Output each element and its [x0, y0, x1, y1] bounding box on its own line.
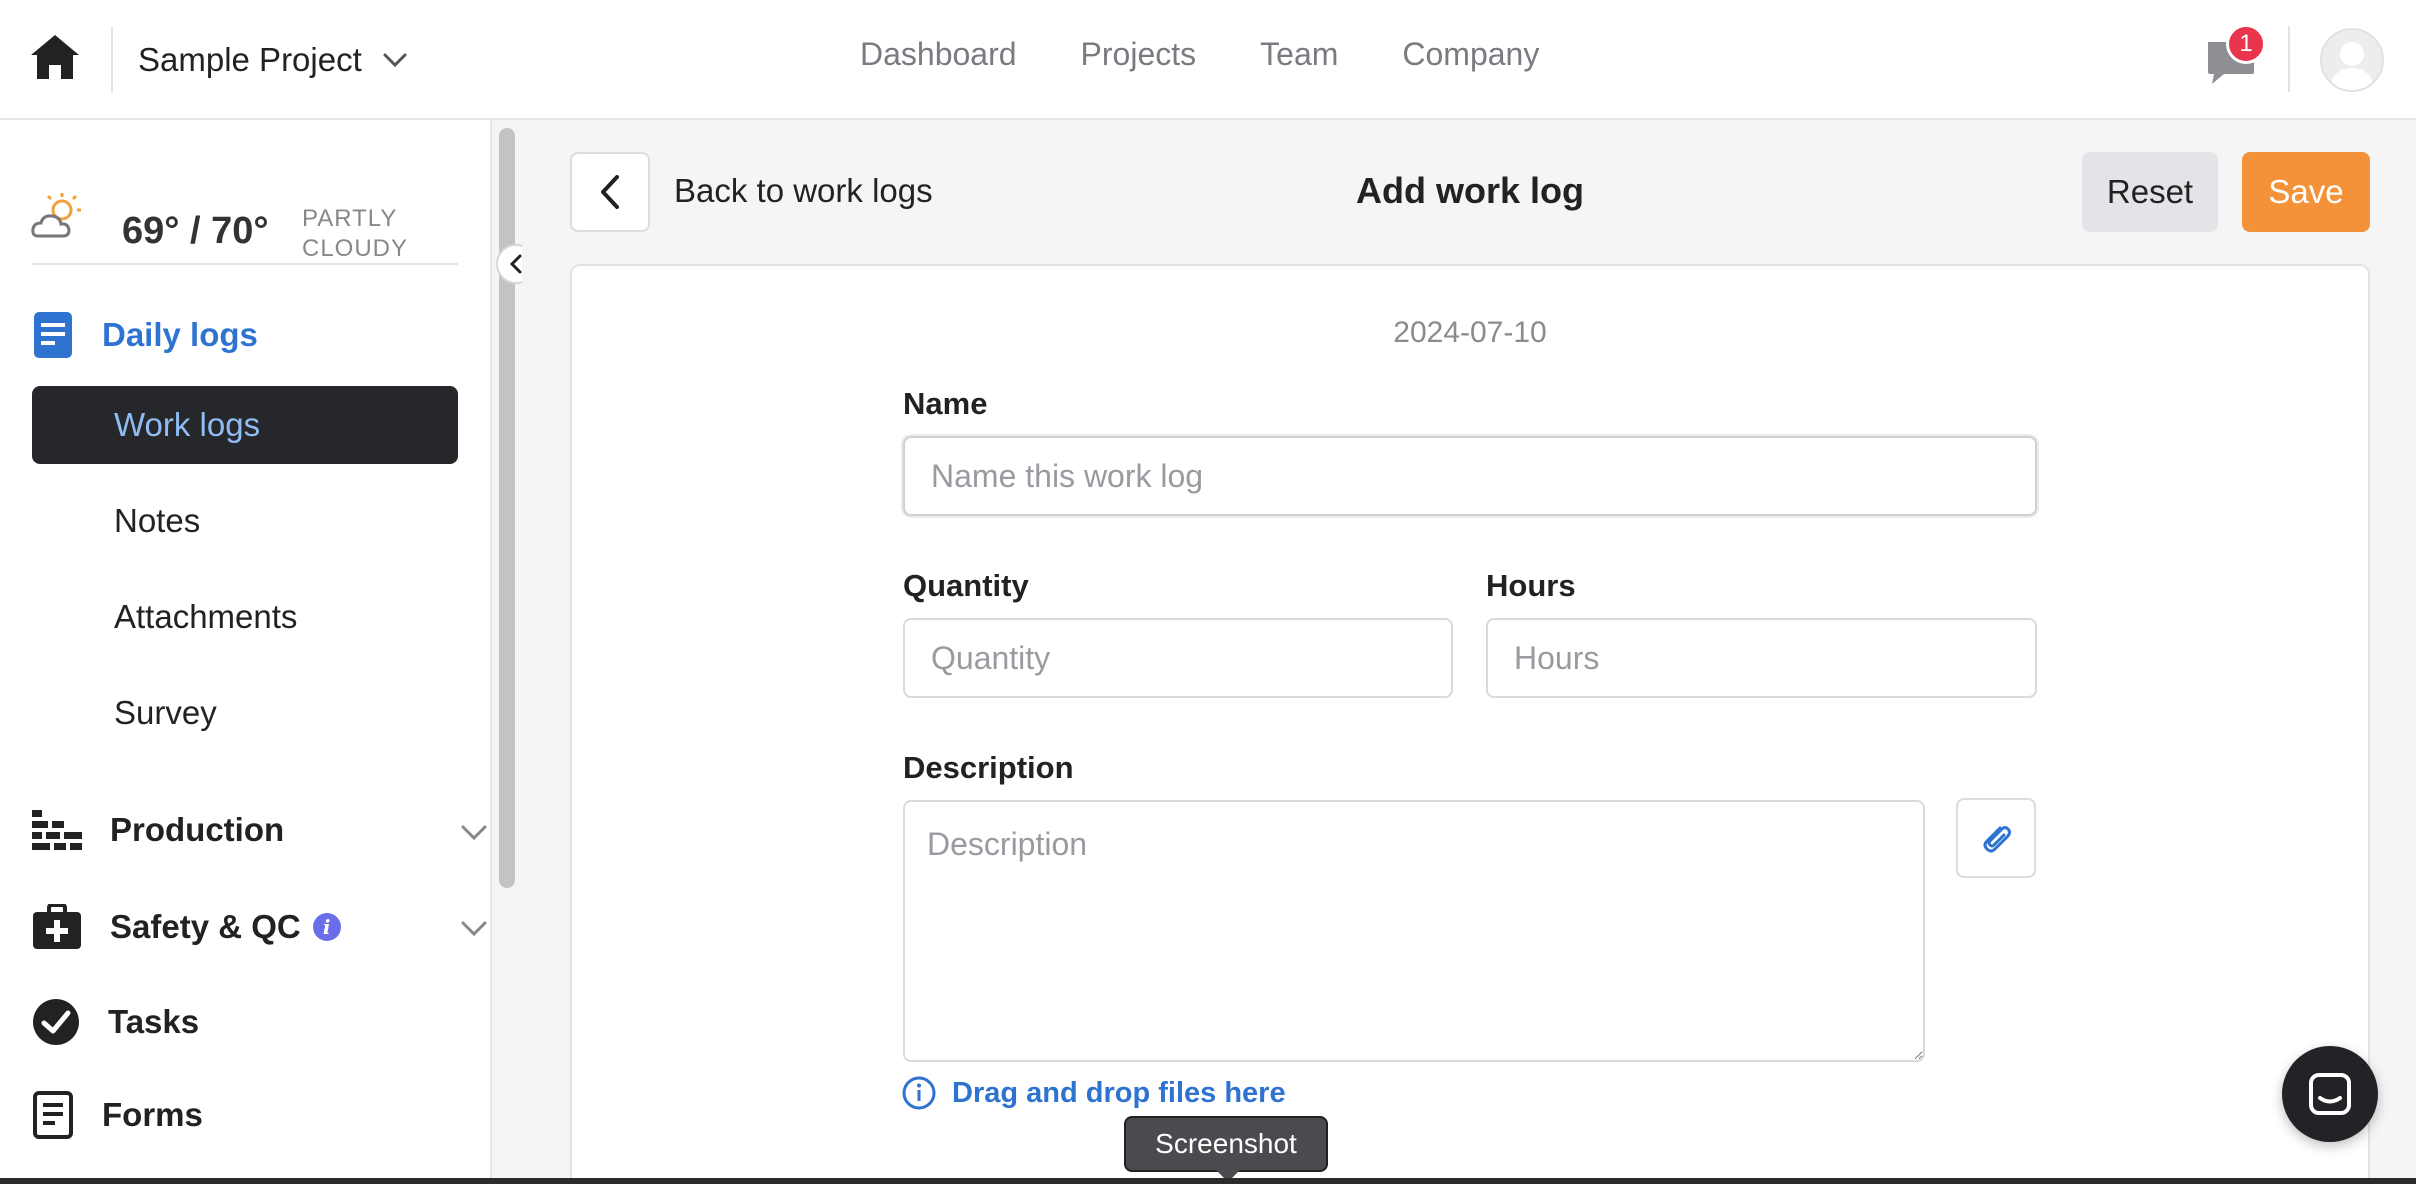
back-button[interactable]	[570, 152, 650, 232]
sidebar-item-attachments[interactable]: Attachments	[32, 578, 458, 656]
divider	[32, 263, 458, 265]
document-icon	[34, 312, 72, 358]
drag-drop-text: Drag and drop files here	[952, 1076, 1286, 1109]
sidebar: 69° / 70° PARTLY CLOUDY Daily logs Work …	[0, 120, 492, 1184]
divider	[2288, 26, 2290, 92]
reset-button[interactable]: Reset	[2082, 152, 2218, 232]
nav-company[interactable]: Company	[1402, 36, 1539, 73]
sidebar-item-notes[interactable]: Notes	[32, 482, 458, 560]
quantity-input[interactable]	[903, 618, 1453, 698]
nav-team[interactable]: Team	[1260, 36, 1338, 73]
sidebar-item-label: Safety & QC	[110, 908, 301, 945]
weather-condition: PARTLY CLOUDY	[302, 204, 408, 264]
drag-drop-hint[interactable]: Drag and drop files here	[902, 1076, 1286, 1110]
home-icon	[31, 35, 79, 79]
project-selector[interactable]: Sample Project	[138, 36, 408, 84]
info-icon[interactable]: i	[312, 913, 341, 941]
chevron-left-icon	[601, 175, 619, 209]
sidebar-item-work-logs[interactable]: Work logs	[32, 386, 458, 464]
name-label: Name	[903, 386, 988, 421]
sidebar-item-survey[interactable]: Survey	[32, 674, 458, 752]
condition-line: PARTLY	[302, 205, 398, 232]
sidebar-scrollbar-thumb[interactable]	[499, 128, 515, 888]
brick-wall-icon	[32, 810, 82, 850]
screenshot-tooltip: Screenshot	[1124, 1116, 1328, 1172]
sidebar-item-label: Daily logs	[102, 316, 258, 353]
description-label: Description	[903, 750, 1074, 785]
description-textarea[interactable]	[903, 800, 1925, 1062]
hours-label: Hours	[1486, 568, 1576, 603]
messages-button[interactable]: 1	[2200, 22, 2270, 92]
notification-badge: 1	[2226, 24, 2266, 64]
sidebar-item-forms[interactable]: Forms	[32, 1090, 203, 1140]
chevron-down-icon[interactable]	[460, 824, 488, 842]
sidebar-item-label: Tasks	[108, 1003, 200, 1040]
save-button[interactable]: Save	[2242, 152, 2370, 232]
form-icon	[33, 1091, 73, 1139]
sidebar-item-label: Production	[110, 811, 285, 848]
condition-line: CLOUDY	[302, 235, 409, 262]
chevron-down-icon	[383, 53, 407, 68]
nav-projects[interactable]: Projects	[1081, 36, 1197, 73]
log-date: 2024-07-10	[1393, 316, 1547, 349]
sidebar-item-production[interactable]: Production	[32, 810, 284, 850]
divider	[111, 26, 113, 92]
chevron-down-icon[interactable]	[460, 920, 488, 938]
chat-support-button[interactable]	[2282, 1046, 2378, 1142]
attach-file-button[interactable]	[1956, 798, 2036, 878]
page-title: Add work log	[1356, 170, 1584, 211]
check-circle-icon	[33, 999, 79, 1045]
home-button[interactable]	[28, 30, 82, 84]
first-aid-kit-icon	[33, 904, 81, 949]
sidebar-item-safety-qc[interactable]: Safety & QC i	[32, 904, 341, 950]
project-name: Sample Project	[138, 41, 362, 78]
avatar[interactable]	[2320, 28, 2384, 92]
hours-input[interactable]	[1486, 618, 2037, 698]
user-icon	[2330, 42, 2374, 90]
back-link[interactable]: Back to work logs	[674, 172, 933, 210]
paperclip-icon	[1983, 826, 2011, 853]
nav-dashboard[interactable]: Dashboard	[860, 36, 1017, 73]
partly-cloudy-icon	[31, 193, 81, 238]
sidebar-item-tasks[interactable]: Tasks	[32, 998, 199, 1046]
name-input[interactable]	[903, 436, 2037, 516]
info-icon	[902, 1076, 936, 1110]
bottom-edge	[0, 1178, 2416, 1184]
app-window: Sample Project Dashboard Projects Team C…	[0, 0, 2416, 1184]
sidebar-item-label: Forms	[102, 1096, 203, 1133]
weather-widget: 69° / 70° PARTLY CLOUDY	[30, 162, 460, 262]
main-nav: Dashboard Projects Team Company	[860, 36, 1539, 73]
top-navbar: Sample Project Dashboard Projects Team C…	[0, 0, 2416, 120]
messenger-icon	[2309, 1073, 2351, 1115]
sidebar-item-daily-logs[interactable]: Daily logs	[32, 310, 258, 360]
quantity-label: Quantity	[903, 568, 1029, 603]
temperature: 69° / 70°	[122, 210, 269, 252]
